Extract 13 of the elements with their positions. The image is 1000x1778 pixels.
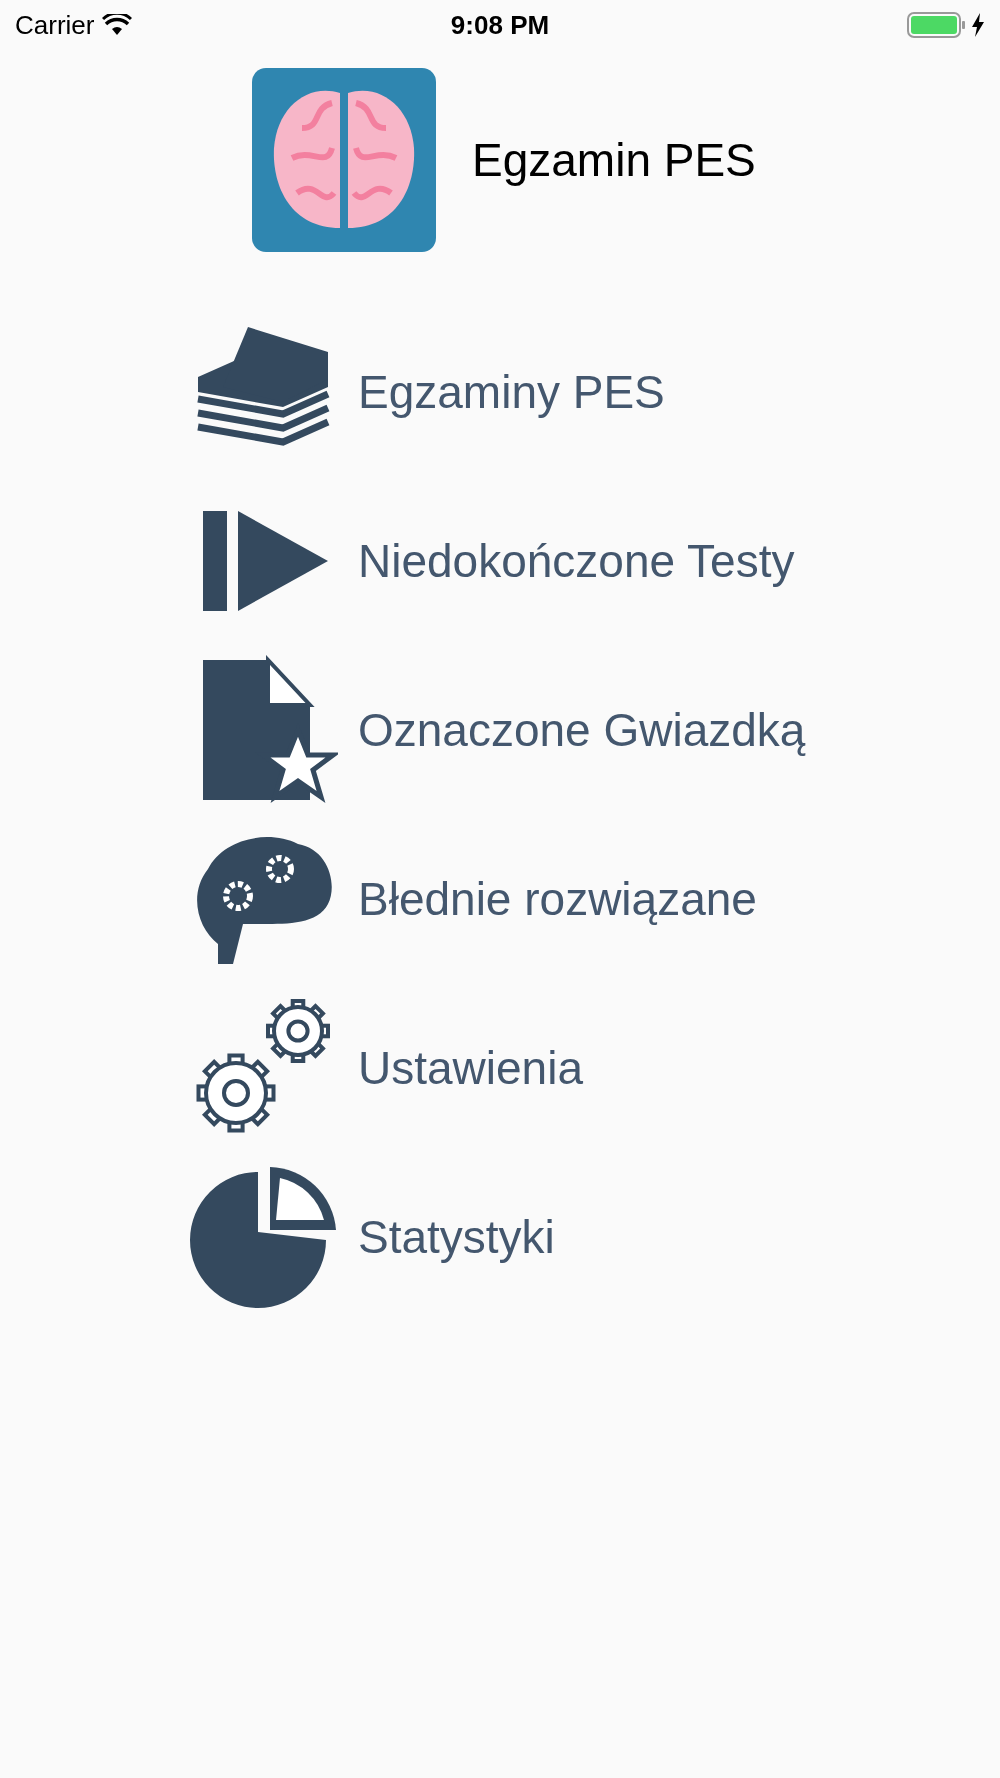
menu-item[interactable]: Niedokończone Testy (188, 486, 1000, 636)
menu-item[interactable]: Ustawienia (188, 993, 1000, 1143)
battery-icon (907, 12, 967, 38)
menu-item[interactable]: Statystyki (188, 1162, 1000, 1312)
clock-time: 9:08 PM (450, 8, 550, 42)
menu-item[interactable]: Egzaminy PES (188, 317, 1000, 467)
charging-bolt-icon (971, 13, 985, 37)
menu-item[interactable]: Błednie rozwiązane (188, 824, 1000, 974)
wifi-icon (102, 14, 133, 36)
brain-logo-icon (252, 68, 436, 252)
carrier-label: Carrier (15, 8, 95, 42)
menu-item[interactable]: Oznaczone Gwiazdką (188, 655, 1000, 805)
app-title: Egzamin PES (472, 132, 756, 188)
